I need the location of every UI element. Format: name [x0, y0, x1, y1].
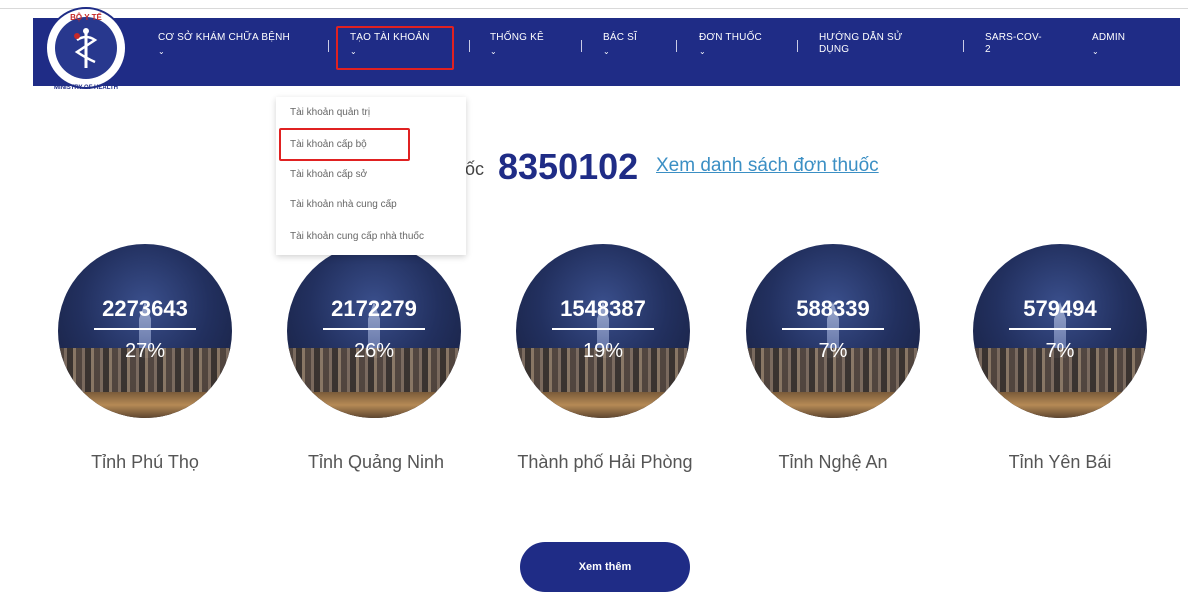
nav-item-sars-cov-2[interactable]: SARS-COV- 2 [985, 32, 1042, 56]
province-name: Tỉnh Nghệ An [778, 452, 888, 472]
chevron-down-icon: ⌄ [699, 47, 706, 56]
dropdown-item-admin-account[interactable]: Tài khoản quản trị [290, 107, 370, 118]
province-count: 1548387 [560, 296, 646, 321]
nav-separator [469, 40, 470, 52]
dropdown-item-pharmacy-supplier-account[interactable]: Tài khoản cung cấp nhà thuốc [290, 231, 424, 242]
nav-item-prescriptions[interactable]: ĐƠN THUỐC ⌄ [699, 32, 762, 58]
province-name: Tỉnh Phú Thọ [91, 452, 199, 472]
province-stat-circle[interactable]: 588339 7% [746, 244, 920, 418]
count-underline [552, 328, 654, 330]
province-count: 588339 [796, 296, 870, 321]
nav-item-statistics[interactable]: THỐNG KÊ ⌄ [490, 32, 544, 58]
nav-separator [581, 40, 582, 52]
top-divider [0, 8, 1188, 9]
province-percent: 26% [353, 340, 395, 362]
province-stat-circle[interactable]: 1548387 19% [516, 244, 690, 418]
province-name: Tỉnh Yên Bái [1008, 452, 1112, 472]
river-graphic [516, 392, 690, 418]
river-graphic [287, 392, 461, 418]
river-graphic [58, 392, 232, 418]
create-account-dropdown: Tài khoản quản trị Tài khoản cấp bộ Tài … [276, 97, 466, 255]
province-name: Tỉnh Quảng Ninh [307, 452, 445, 472]
province-stat-circle[interactable]: 579494 7% [973, 244, 1147, 418]
chevron-down-icon: ⌄ [1092, 47, 1099, 56]
caduceus-icon: BỘ Y TẾ MINISTRY OF HEALTH [54, 13, 118, 91]
province-count: 2273643 [102, 296, 188, 321]
nav-separator [963, 40, 964, 52]
nav-highlight-box [336, 26, 454, 70]
nav-separator [797, 40, 798, 52]
dropdown-highlight-box [279, 128, 410, 161]
province-percent: 7% [818, 340, 848, 362]
nav-item-facilities[interactable]: CƠ SỞ KHÁM CHỮA BỆNH ⌄ [158, 32, 290, 58]
chevron-down-icon: ⌄ [603, 47, 610, 56]
province-stat-circle[interactable]: 2172279 26% [287, 244, 461, 418]
province-stat-circle[interactable]: 2273643 27% [58, 244, 232, 418]
river-graphic [746, 392, 920, 418]
dropdown-item-department-account[interactable]: Tài khoản cấp sở [290, 169, 367, 180]
count-underline [782, 328, 884, 330]
count-underline [1009, 328, 1111, 330]
nav-item-admin[interactable]: ADMIN ⌄ [1092, 32, 1125, 58]
total-prescriptions-count: 8350102 [498, 146, 639, 187]
nav-separator [676, 40, 677, 52]
chevron-down-icon: ⌄ [158, 47, 165, 56]
dropdown-item-supplier-account[interactable]: Tài khoản nhà cung cấp [290, 199, 397, 210]
nav-separator [328, 40, 329, 52]
ministry-logo[interactable]: BỘ Y TẾ MINISTRY OF HEALTH [45, 7, 127, 91]
province-percent: 19% [582, 340, 624, 362]
view-more-button[interactable]: Xem thêm [520, 542, 690, 592]
province-percent: 7% [1045, 340, 1075, 362]
caduceus-symbol [74, 28, 98, 68]
view-prescription-list-link[interactable]: Xem danh sách đơn thuốc [656, 155, 879, 177]
river-graphic [973, 392, 1147, 418]
province-name: Thành phố Hải Phòng [517, 452, 693, 472]
count-underline [323, 328, 425, 330]
province-percent: 27% [124, 340, 166, 362]
nav-item-doctors[interactable]: BÁC SĨ ⌄ [603, 32, 637, 58]
nav-item-guide[interactable]: HƯỚNG DẪN SỬ DỤNG [819, 32, 903, 56]
chevron-down-icon: ⌄ [490, 47, 497, 56]
count-underline [94, 328, 196, 330]
province-count: 2172279 [331, 296, 417, 321]
main-navbar: CƠ SỞ KHÁM CHỮA BỆNH ⌄ TẠO TÀI KHOẢN ⌄ T… [33, 18, 1180, 86]
province-count: 579494 [1023, 296, 1097, 321]
